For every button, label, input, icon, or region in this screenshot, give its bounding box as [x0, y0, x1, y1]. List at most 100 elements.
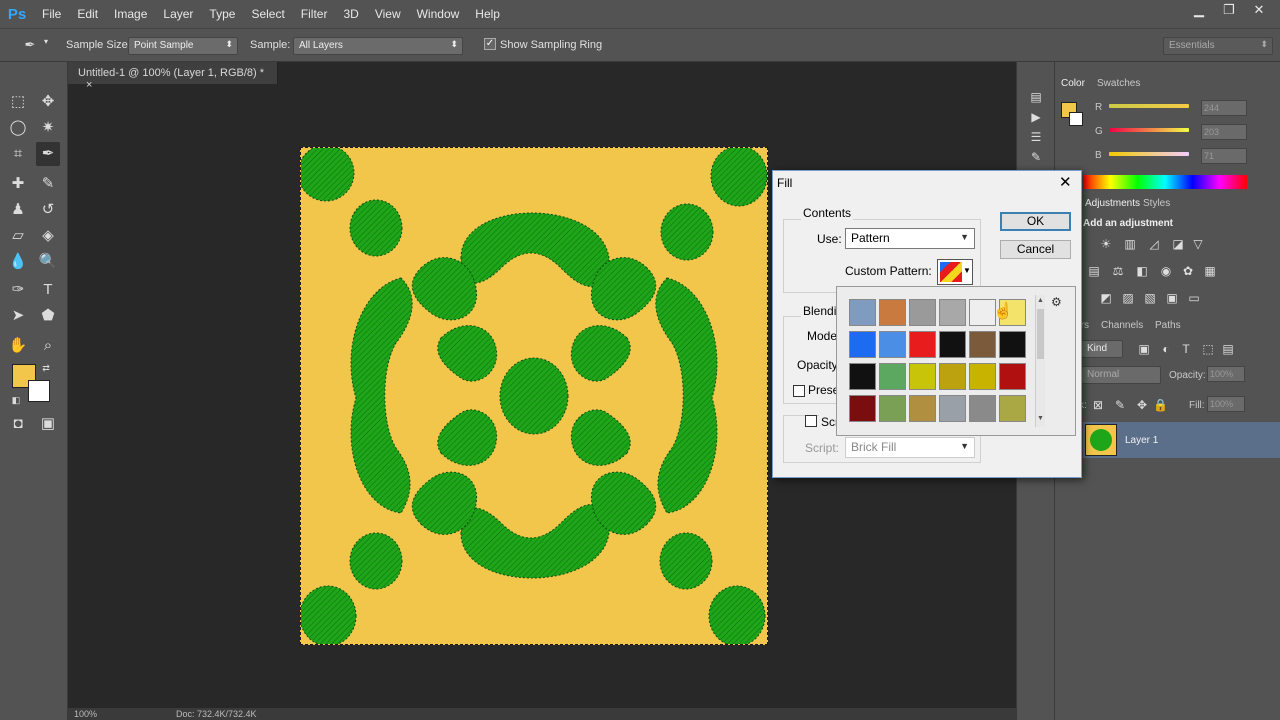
- pattern-swatch[interactable]: [999, 331, 1026, 358]
- filter-type-icon[interactable]: T: [1179, 342, 1193, 356]
- opacity-value[interactable]: 100%: [1207, 366, 1245, 382]
- invert-icon[interactable]: ◩: [1099, 291, 1113, 305]
- pattern-swatch[interactable]: [849, 331, 876, 358]
- history-brush-icon[interactable]: ↺: [36, 198, 60, 222]
- channel-g-value[interactable]: 203: [1201, 124, 1247, 140]
- pattern-swatch[interactable]: [909, 363, 936, 390]
- tab-paths[interactable]: Paths: [1155, 320, 1181, 331]
- paint-bucket-icon[interactable]: ◈: [36, 224, 60, 248]
- menu-filter[interactable]: Filter: [293, 0, 336, 28]
- magic-wand-icon[interactable]: ✷: [36, 116, 60, 140]
- color-spectrum-bar[interactable]: [1083, 175, 1247, 189]
- pattern-swatch[interactable]: [969, 395, 996, 422]
- tool-preset-chevron-icon[interactable]: ▾: [44, 37, 48, 46]
- color-balance-icon[interactable]: ⚖: [1111, 264, 1125, 278]
- menu-3d[interactable]: 3D: [335, 0, 366, 28]
- menu-view[interactable]: View: [367, 0, 409, 28]
- lock-all-icon[interactable]: 🔒: [1153, 398, 1168, 412]
- channel-b-value[interactable]: 71: [1201, 148, 1247, 164]
- workspace-select[interactable]: Essentials ⬍: [1163, 37, 1273, 55]
- script-dropdown[interactable]: Brick Fill ▼: [845, 437, 975, 458]
- channel-b-slider[interactable]: [1109, 152, 1189, 156]
- brush-panel-icon[interactable]: ✎: [1029, 150, 1043, 164]
- ok-button[interactable]: OK: [1000, 212, 1071, 231]
- pen-tool-icon[interactable]: ✑: [6, 278, 30, 302]
- filter-shape-icon[interactable]: ⬚: [1201, 342, 1215, 356]
- lasso-tool-icon[interactable]: ◯: [6, 116, 30, 140]
- stamp-tool-icon[interactable]: ♟: [6, 198, 30, 222]
- pattern-swatch[interactable]: [849, 363, 876, 390]
- marquee-tool-icon[interactable]: ⬚: [6, 90, 30, 114]
- pattern-swatch[interactable]: [999, 395, 1026, 422]
- close-window-button[interactable]: ✕: [1244, 0, 1274, 22]
- tab-color[interactable]: Color: [1061, 78, 1085, 89]
- pattern-swatch[interactable]: [879, 331, 906, 358]
- menu-image[interactable]: Image: [106, 0, 155, 28]
- actions-panel-icon[interactable]: ▶: [1029, 110, 1043, 124]
- levels-icon[interactable]: ▥: [1123, 237, 1137, 251]
- color-panel-background-swatch[interactable]: [1069, 112, 1083, 126]
- menu-select[interactable]: Select: [243, 0, 292, 28]
- blur-tool-icon[interactable]: 💧: [6, 250, 30, 274]
- photo-filter-icon[interactable]: ◉: [1159, 264, 1173, 278]
- pattern-swatch[interactable]: [939, 331, 966, 358]
- tab-channels[interactable]: Channels: [1101, 320, 1143, 331]
- hand-tool-icon[interactable]: ✋: [6, 334, 30, 358]
- brightness-contrast-icon[interactable]: ☀: [1099, 237, 1113, 251]
- blend-mode-select[interactable]: Normal: [1081, 366, 1161, 384]
- document-tab-close-icon[interactable]: ×: [86, 79, 92, 91]
- pattern-swatch[interactable]: [849, 299, 876, 326]
- menu-file[interactable]: File: [34, 0, 69, 28]
- quick-mask-icon[interactable]: ◘: [6, 412, 30, 436]
- brush-tool-icon[interactable]: ✎: [36, 172, 60, 196]
- eyedropper-icon[interactable]: ✒: [18, 33, 42, 57]
- pattern-swatch[interactable]: [879, 299, 906, 326]
- filter-adjustment-icon[interactable]: ◐: [1159, 342, 1173, 356]
- exposure-icon[interactable]: ◪: [1171, 237, 1185, 251]
- pattern-swatch[interactable]: [969, 331, 996, 358]
- restore-button[interactable]: ❐: [1214, 0, 1244, 22]
- pattern-swatch[interactable]: [879, 395, 906, 422]
- hue-saturation-icon[interactable]: ▤: [1087, 264, 1101, 278]
- properties-panel-icon[interactable]: ☰: [1029, 130, 1043, 144]
- menu-edit[interactable]: Edit: [69, 0, 106, 28]
- pattern-swatch[interactable]: [969, 363, 996, 390]
- use-dropdown[interactable]: Pattern ▼: [845, 228, 975, 249]
- scroll-down-icon[interactable]: ▼: [1037, 415, 1044, 422]
- channel-r-value[interactable]: 244: [1201, 100, 1247, 116]
- pattern-swatch[interactable]: [909, 299, 936, 326]
- preserve-transparency-checkbox[interactable]: [793, 385, 805, 397]
- cancel-button[interactable]: Cancel: [1000, 240, 1071, 259]
- tab-swatches[interactable]: Swatches: [1097, 78, 1140, 89]
- filter-smart-object-icon[interactable]: ▤: [1221, 342, 1235, 356]
- filter-pixel-icon[interactable]: ▣: [1137, 342, 1151, 356]
- selective-color-icon[interactable]: ▣: [1165, 291, 1179, 305]
- menu-layer[interactable]: Layer: [155, 0, 201, 28]
- fill-value[interactable]: 100%: [1207, 396, 1245, 412]
- tab-styles[interactable]: Styles: [1143, 198, 1170, 209]
- screen-mode-icon[interactable]: ▣: [36, 412, 60, 436]
- pattern-swatch[interactable]: [939, 395, 966, 422]
- show-sampling-ring-checkbox[interactable]: ✓: [484, 38, 496, 50]
- lock-pixels-icon[interactable]: ⊠: [1091, 398, 1105, 412]
- zoom-level[interactable]: 100%: [74, 709, 97, 719]
- path-selection-icon[interactable]: ➤: [6, 304, 30, 328]
- layer-kind-filter[interactable]: Kind: [1081, 340, 1123, 358]
- posterize-icon[interactable]: ▨: [1121, 291, 1135, 305]
- vibrance-icon[interactable]: ▽: [1191, 237, 1205, 251]
- dialog-close-icon[interactable]: ✕: [1059, 173, 1072, 191]
- pattern-swatch[interactable]: [909, 331, 936, 358]
- pattern-swatch[interactable]: [999, 363, 1026, 390]
- channel-r-slider[interactable]: [1109, 104, 1189, 108]
- lock-brush-icon[interactable]: ✎: [1113, 398, 1127, 412]
- menu-window[interactable]: Window: [409, 0, 468, 28]
- document-tab[interactable]: Untitled-1 @ 100% (Layer 1, RGB/8) * ×: [68, 62, 278, 91]
- pattern-swatch[interactable]: [969, 299, 996, 326]
- type-tool-icon[interactable]: T: [36, 278, 60, 302]
- layer-name[interactable]: Layer 1: [1125, 435, 1158, 446]
- document-canvas[interactable]: [297, 144, 768, 647]
- tab-adjustments[interactable]: Adjustments: [1085, 198, 1140, 209]
- sample-select[interactable]: All Layers ⬍: [293, 37, 463, 55]
- scroll-up-icon[interactable]: ▲: [1037, 297, 1044, 304]
- shape-tool-icon[interactable]: ⬟: [36, 304, 60, 328]
